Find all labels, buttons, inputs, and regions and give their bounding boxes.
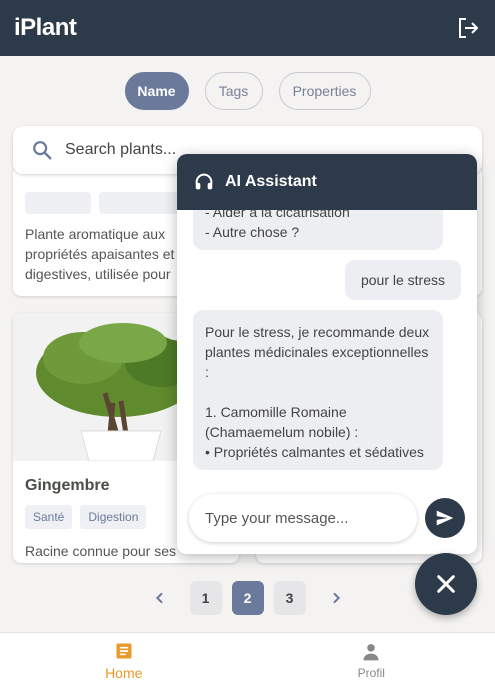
person-icon <box>363 643 379 660</box>
nav-home-label: Home <box>105 664 143 681</box>
app-title: iPlant <box>14 14 77 41</box>
page-button-2[interactable]: 2 <box>231 581 264 615</box>
plant-tag <box>25 192 91 214</box>
page-button-3[interactable]: 3 <box>273 581 306 615</box>
bot-message: - Aider à la cicatrisation - Autre chose… <box>193 210 443 250</box>
chevron-left-icon <box>155 592 163 604</box>
article-icon <box>116 643 132 658</box>
search-mode-segments: Name Tags Properties <box>0 72 495 110</box>
chat-title: AI Assistant <box>225 173 317 190</box>
chat-message-input[interactable]: Type your message... <box>189 494 417 542</box>
close-chat-button[interactable] <box>415 553 477 615</box>
logout-icon <box>459 18 479 38</box>
chat-header: AI Assistant <box>177 154 477 210</box>
chat-messages[interactable]: - Aider à la cicatrisation - Autre chose… <box>177 210 477 482</box>
bot-message: Pour le stress, je recommande deux plant… <box>193 310 443 470</box>
prev-page-button[interactable] <box>140 581 180 615</box>
plant-tag: Santé <box>25 505 73 529</box>
segment-name[interactable]: Name <box>124 72 189 110</box>
segment-properties[interactable]: Properties <box>278 72 371 110</box>
headset-icon <box>195 173 213 190</box>
send-icon <box>436 510 454 526</box>
nav-profil-label: Profil <box>357 665 385 680</box>
search-icon <box>33 141 52 160</box>
close-icon <box>437 575 455 593</box>
next-page-button[interactable] <box>316 581 356 615</box>
chat-input-row: Type your message... <box>177 482 477 554</box>
search-input[interactable]: Search plants... <box>65 141 176 159</box>
chevron-right-icon <box>332 592 340 604</box>
nav-profil[interactable]: Profil <box>248 633 495 688</box>
user-message: pour le stress <box>345 260 461 300</box>
send-button[interactable] <box>425 498 465 538</box>
nav-home[interactable]: Home <box>0 633 248 688</box>
plant-tag: Digestion <box>80 505 147 529</box>
app-bar: iPlant <box>0 0 495 56</box>
bottom-navigation: Home Profil <box>0 632 495 688</box>
logout-button[interactable] <box>455 15 481 41</box>
page-button-1[interactable]: 1 <box>189 581 222 615</box>
segment-tags[interactable]: Tags <box>204 72 263 110</box>
ai-assistant-panel: AI Assistant - Aider à la cicatrisation … <box>177 154 477 554</box>
